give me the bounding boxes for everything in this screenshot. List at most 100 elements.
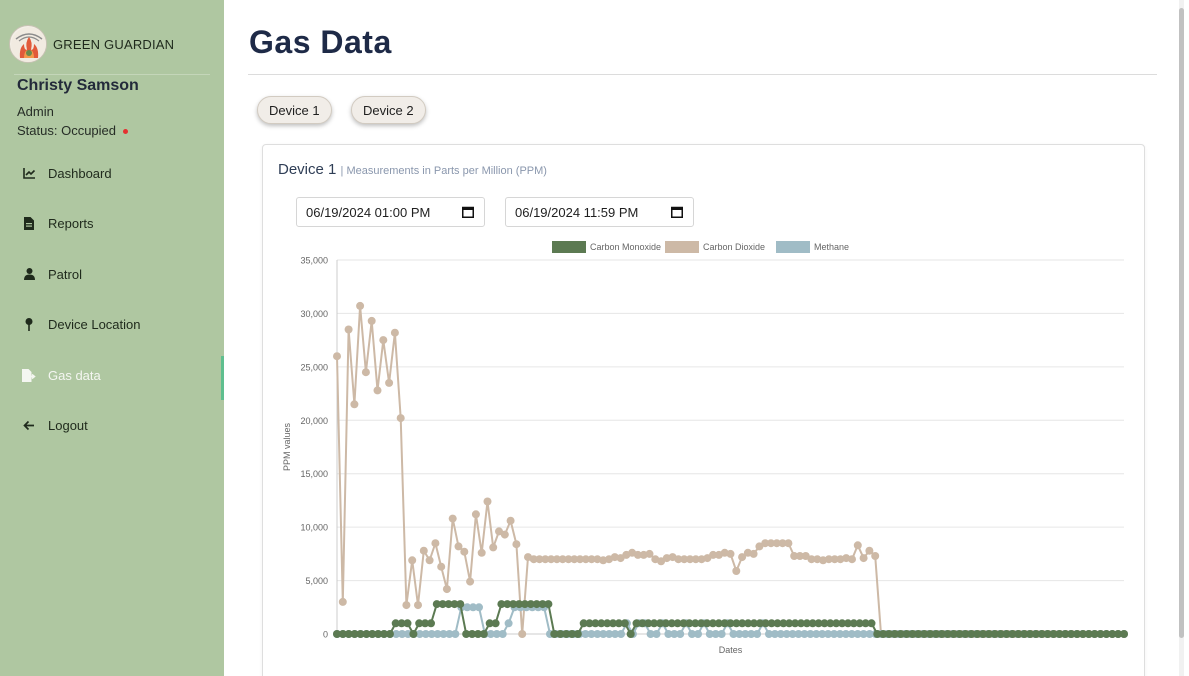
data-point xyxy=(460,547,469,556)
data-point xyxy=(427,619,435,628)
data-point xyxy=(344,325,353,334)
sidebar-item-label: Patrol xyxy=(48,266,82,282)
data-point xyxy=(732,567,741,575)
sidebar-item-reports[interactable]: Reports xyxy=(0,199,224,250)
start-date-input[interactable]: 06/19/2024 01:00 PM xyxy=(296,197,485,227)
data-point xyxy=(367,316,376,325)
sidebar-item-gas-data[interactable]: Gas data xyxy=(0,350,224,401)
data-point xyxy=(626,630,635,638)
data-point xyxy=(573,630,582,638)
sidebar-item-label: Dashboard xyxy=(48,165,112,181)
data-point xyxy=(479,630,488,638)
sidebar-nav: Dashboard Reports Patrol Device Location xyxy=(0,148,224,451)
sidebar-item-label: Reports xyxy=(48,216,94,232)
data-point xyxy=(1120,630,1128,638)
legend-label: Methane xyxy=(814,242,849,252)
chart-line-icon xyxy=(22,166,36,180)
data-point xyxy=(483,497,492,506)
y-tick-label: 25,000 xyxy=(300,362,328,372)
gas-line-chart: 0 5,000 10,000 15,000 20,000 25,000 30,000 35,0… xyxy=(282,241,1128,655)
data-point xyxy=(853,541,862,550)
data-point xyxy=(409,630,418,638)
data-point xyxy=(385,378,394,387)
sidebar: GREEN GUARDIAN Christy Samson Admin Stat… xyxy=(0,0,224,676)
y-tick-label: 35,000 xyxy=(300,256,328,266)
y-axis-title: PPM values xyxy=(282,422,292,471)
brand-name: GREEN GUARDIAN xyxy=(53,36,175,52)
x-axis-title: Dates xyxy=(719,645,743,655)
data-point xyxy=(512,540,521,549)
device-1-button[interactable]: Device 1 xyxy=(257,96,332,124)
data-point xyxy=(403,619,412,628)
data-point xyxy=(500,530,509,539)
data-point xyxy=(498,630,507,638)
y-tick-label: 0 xyxy=(323,630,328,640)
y-tick-label: 30,000 xyxy=(300,309,328,319)
data-point xyxy=(419,546,428,555)
data-point xyxy=(356,301,365,310)
sidebar-item-dashboard[interactable]: Dashboard xyxy=(0,148,224,199)
series-line xyxy=(336,305,1124,635)
user-status-text: Status: Occupied xyxy=(17,123,116,138)
brand[interactable]: GREEN GUARDIAN xyxy=(9,25,209,63)
calendar-icon[interactable] xyxy=(462,206,474,218)
data-point xyxy=(408,556,417,565)
y-tick-label: 20,000 xyxy=(300,416,328,426)
legend-label: Carbon Monoxide xyxy=(590,242,661,252)
user-role: Admin xyxy=(17,104,54,119)
data-point xyxy=(784,539,793,548)
data-point xyxy=(466,577,475,586)
data-point xyxy=(338,597,347,606)
card-subtitle-text: Measurements in Parts per Million (PPM) xyxy=(346,165,547,177)
user-status: Status: Occupied xyxy=(17,123,128,138)
gas-chart-card: Device 1 | Measurements in Parts per Mil… xyxy=(262,144,1145,676)
legend-swatch xyxy=(776,241,810,253)
sidebar-item-label: Device Location xyxy=(48,317,141,333)
sidebar-item-device-location[interactable]: Device Location xyxy=(0,300,224,351)
data-point xyxy=(620,619,629,628)
data-point xyxy=(425,556,434,565)
data-point xyxy=(442,585,451,594)
data-point xyxy=(506,516,515,525)
data-point xyxy=(379,336,388,345)
data-point xyxy=(617,630,625,638)
legend-swatch xyxy=(665,241,699,253)
data-point xyxy=(491,619,500,628)
data-point xyxy=(544,600,553,609)
page-title: Gas Data xyxy=(249,24,392,60)
sidebar-item-logout[interactable]: Logout xyxy=(0,401,224,452)
data-point xyxy=(390,328,399,337)
status-dot-icon xyxy=(123,129,128,134)
data-point xyxy=(489,543,498,552)
legend-swatch xyxy=(552,241,586,253)
data-point xyxy=(676,630,685,638)
page-scrollbar[interactable] xyxy=(1179,0,1184,676)
brand-logo-icon xyxy=(9,25,47,63)
data-point xyxy=(848,555,856,564)
sidebar-item-label: Gas data xyxy=(48,367,101,383)
y-tick-label: 10,000 xyxy=(300,523,328,533)
data-point xyxy=(361,368,370,377)
data-point xyxy=(518,630,527,638)
data-point xyxy=(859,554,868,563)
data-point xyxy=(471,510,480,519)
device-2-button[interactable]: Device 2 xyxy=(351,96,426,124)
calendar-icon[interactable] xyxy=(671,206,683,218)
data-point xyxy=(373,386,382,395)
end-date-input[interactable]: 06/19/2024 11:59 PM xyxy=(505,197,694,227)
data-point xyxy=(477,548,486,557)
card-title: Device 1 | Measurements in Parts per Mil… xyxy=(278,161,547,178)
y-tick-label: 5,000 xyxy=(305,576,328,586)
data-point xyxy=(726,549,735,558)
data-point xyxy=(333,352,341,361)
data-point xyxy=(456,600,465,609)
sidebar-item-patrol[interactable]: Patrol xyxy=(0,249,224,300)
sidebar-item-label: Logout xyxy=(48,418,88,434)
data-point xyxy=(504,619,513,628)
data-point xyxy=(749,549,758,558)
user-icon xyxy=(22,267,36,281)
map-pin-icon xyxy=(22,318,36,332)
start-date-value: 06/19/2024 01:00 PM xyxy=(306,204,431,220)
data-point xyxy=(402,601,411,610)
data-point xyxy=(717,630,726,638)
